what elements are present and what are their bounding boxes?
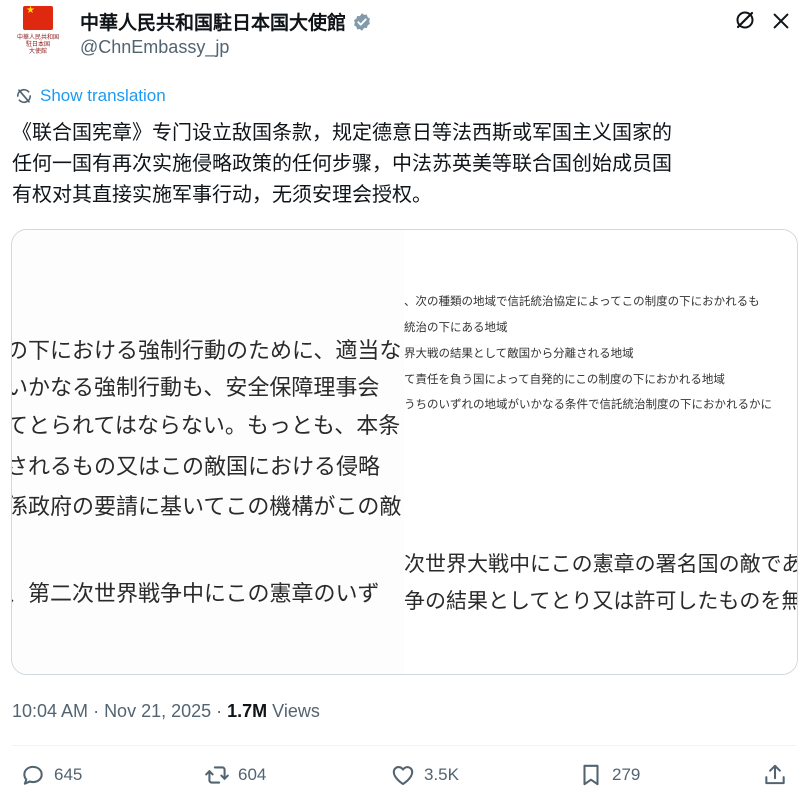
bookmark-button[interactable]: 279 (578, 762, 640, 788)
avatar-caption: 中華人民共和国 駐日本国 大使館 (16, 34, 59, 55)
image-text-line: 界大戦の結果として敵国から分離される地域 (404, 346, 634, 360)
verified-badge-icon[interactable] (352, 12, 372, 32)
bookmark-icon (583, 764, 599, 786)
tweet-text-line: 有权对其直接实施军事行动，无须安理会授权。 (12, 182, 432, 206)
image-text-line: 、次の種類の地域で信託統治協定によってこの制度の下におかれるも (404, 294, 760, 308)
bookmark-count: 279 (612, 765, 641, 784)
image-text-line: うちのいずれの地域がいかなる条件で信託統治制度の下におかれるかに (404, 397, 772, 411)
tweet-text: 《联合国宪章》专门设立敌国条款，规定德意日等法西斯或军国主义国家的 任何一国有再… (12, 117, 792, 210)
china-flag-icon (23, 6, 53, 30)
tweet-time[interactable]: 10:04 AM (12, 701, 88, 722)
tweet-media[interactable]: の下における強制行動のために、適当な いかなる強制行動も、安全保障理事会 てとら… (11, 229, 798, 675)
image-text-line: て責任を負う国によって自発的にこの制度の下におかれる地域 (404, 372, 725, 386)
image-text-line: 統治の下にある地域 (404, 320, 508, 334)
show-translation[interactable]: Show translation (14, 86, 166, 106)
meta-separator: · (216, 701, 223, 721)
tweet-page: 中華人民共和国 駐日本国 大使館 中華人民共和国駐日本国大使館 @ChnEmba… (0, 0, 800, 811)
tweet-header: 中華人民共和国 駐日本国 大使館 中華人民共和国駐日本国大使館 @ChnEmba… (0, 0, 800, 80)
image-text-line: 次世界大戦中にこの憲章の署名国の敵であ (404, 552, 797, 576)
author-name-row: 中華人民共和国駐日本国大使館 (80, 8, 372, 35)
reply-button[interactable]: 645 (20, 762, 82, 788)
image-text-line: てとられてはならない。もっとも、本条 (12, 414, 401, 439)
repost-icon (205, 766, 229, 784)
views-count[interactable]: 1.7M (227, 701, 267, 722)
grok-icon[interactable] (733, 8, 757, 32)
image-text-line: 係政府の要請に基いてこの機構がこの敵 (12, 495, 402, 520)
share-icon (765, 764, 785, 785)
image-text-line: いかなる強制行動も、安全保障理事会 (12, 376, 380, 401)
tweet-date[interactable]: Nov 21, 2025 (104, 701, 211, 722)
image-text-line: の下における強制行動のために、適当な (12, 339, 402, 364)
repost-button[interactable]: 604 (204, 762, 266, 788)
reply-icon (23, 765, 43, 785)
tweet-text-line: 任何一国有再次实施侵略政策的任何步骤，中法苏英美等联合国创始成员国 (12, 151, 672, 175)
author-handle[interactable]: @ChnEmbassy_jp (80, 37, 229, 58)
media-image-right[interactable]: 、次の種類の地域で信託統治協定によってこの制度の下におかれるも 統治の下にある地… (404, 230, 797, 674)
reply-count: 645 (54, 765, 83, 784)
media-image-left[interactable]: の下における強制行動のために、適当な いかなる強制行動も、安全保障理事会 てとら… (12, 230, 404, 674)
like-icon (392, 766, 414, 786)
image-text-line: 争の結果としてとり又は許可したものを無 (404, 589, 797, 613)
divider (12, 745, 796, 746)
like-button[interactable]: 3.5K (390, 762, 459, 788)
show-translation-link[interactable]: Show translation (40, 86, 166, 106)
repost-count: 604 (238, 765, 267, 784)
avatar[interactable]: 中華人民共和国 駐日本国 大使館 (12, 2, 64, 66)
tweet-text-line: 《联合国宪章》专门设立敌国条款，规定德意日等法西斯或军国主义国家的 (12, 120, 672, 144)
more-icon[interactable] (770, 10, 792, 32)
image-text-line: されるもの又はこの敵国における侵略 (12, 455, 381, 480)
tweet-actions: 645 604 3.5K 279 (0, 762, 800, 802)
image-text-line: 、第二次世界戦争中にこの憲章のいず (12, 582, 380, 607)
share-button[interactable] (762, 762, 788, 788)
author-display-name[interactable]: 中華人民共和国駐日本国大使館 (80, 8, 346, 35)
like-count: 3.5K (424, 765, 459, 784)
meta-separator: · (93, 701, 100, 721)
tweet-meta: 10:04 AM · Nov 21, 2025 · 1.7M Views (12, 701, 320, 722)
views-label: Views (272, 701, 320, 721)
translate-icon (14, 86, 34, 106)
